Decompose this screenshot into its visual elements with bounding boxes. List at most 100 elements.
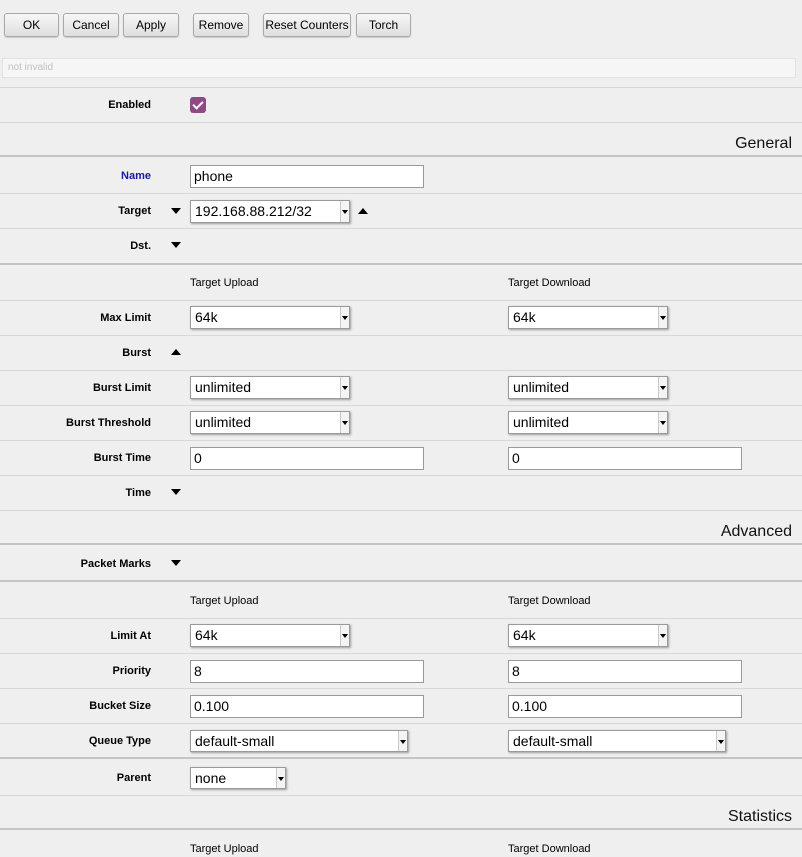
limit-at-upload-value: 64k	[195, 627, 218, 643]
name-input[interactable]: phone	[190, 165, 424, 188]
section-title-general: General	[735, 135, 792, 152]
dst-label: Dst.	[130, 240, 151, 252]
section-divider	[0, 155, 802, 157]
chevron-down-icon[interactable]	[658, 412, 667, 433]
max-limit-upload-select[interactable]: 64k	[190, 306, 350, 329]
section-title-advanced: Advanced	[720, 523, 792, 540]
column-header-upload: Target Upload	[190, 843, 259, 855]
burst-threshold-upload-value: unlimited	[195, 414, 252, 430]
section-divider	[0, 757, 802, 759]
chevron-down-icon[interactable]	[716, 731, 725, 751]
target-collapse-icon[interactable]	[171, 208, 181, 214]
enabled-label: Enabled	[108, 99, 151, 111]
remove-button[interactable]: Remove	[193, 13, 249, 37]
torch-button[interactable]: Torch	[356, 13, 411, 37]
dst-expand-icon[interactable]	[171, 242, 181, 248]
divider	[0, 653, 802, 654]
burst-time-upload-input[interactable]: 0	[190, 447, 424, 470]
burst-collapse-icon[interactable]	[171, 349, 181, 355]
burst-limit-upload-select[interactable]: unlimited	[190, 376, 350, 399]
chevron-down-icon[interactable]	[658, 307, 667, 328]
burst-limit-upload-value: unlimited	[195, 379, 252, 395]
column-header-download: Target Download	[508, 277, 591, 289]
parent-value: none	[195, 770, 227, 786]
divider	[0, 440, 802, 441]
queue-type-upload-value: default-small	[195, 733, 275, 749]
chevron-down-icon[interactable]	[340, 307, 349, 328]
divider	[0, 475, 802, 476]
divider	[0, 335, 802, 336]
bucket-size-upload-input[interactable]: 0.100	[190, 695, 424, 718]
chevron-down-icon[interactable]	[340, 201, 349, 222]
burst-threshold-upload-select[interactable]: unlimited	[190, 411, 350, 434]
parent-select[interactable]: none	[190, 767, 286, 789]
burst-threshold-download-value: unlimited	[513, 414, 570, 430]
burst-threshold-label: Burst Threshold	[66, 417, 151, 429]
divider	[0, 300, 802, 301]
burst-limit-label: Burst Limit	[92, 382, 151, 394]
chevron-down-icon[interactable]	[276, 768, 285, 788]
target-select[interactable]: 192.168.88.212/32	[190, 200, 350, 223]
chevron-down-icon[interactable]	[340, 412, 349, 433]
column-header-download: Target Download	[508, 843, 591, 855]
section-divider	[0, 580, 802, 582]
divider	[0, 370, 802, 371]
limit-at-label: Limit At	[110, 630, 151, 642]
time-label: Time	[125, 487, 151, 499]
ok-button[interactable]: OK	[4, 13, 59, 37]
divider	[0, 193, 802, 194]
divider	[0, 618, 802, 619]
parent-label: Parent	[116, 772, 151, 784]
burst-time-download-input[interactable]: 0	[508, 447, 742, 470]
bucket-size-label: Bucket Size	[89, 700, 151, 712]
limit-at-upload-select[interactable]: 64k	[190, 624, 350, 647]
divider	[0, 723, 802, 724]
burst-limit-download-value: unlimited	[513, 379, 570, 395]
bucket-size-download-input[interactable]: 0.100	[508, 695, 742, 718]
divider	[0, 87, 802, 88]
divider	[0, 122, 802, 123]
packet-marks-label: Packet Marks	[80, 558, 151, 570]
apply-button[interactable]: Apply	[123, 13, 179, 37]
section-title-statistics: Statistics	[727, 808, 792, 825]
limit-at-download-value: 64k	[513, 627, 536, 643]
burst-limit-download-select[interactable]: unlimited	[508, 376, 668, 399]
target-label: Target	[118, 205, 151, 217]
priority-download-input[interactable]: 8	[508, 660, 742, 683]
packet-marks-expand-icon[interactable]	[171, 560, 181, 566]
limit-at-download-select[interactable]: 64k	[508, 624, 668, 647]
column-header-download: Target Download	[508, 595, 591, 607]
chevron-down-icon[interactable]	[398, 731, 407, 751]
divider	[0, 795, 802, 796]
queue-type-label: Queue Type	[88, 735, 151, 747]
burst-label: Burst	[122, 347, 151, 359]
divider	[0, 405, 802, 406]
divider	[0, 510, 802, 511]
cancel-button[interactable]: Cancel	[63, 13, 119, 37]
name-label: Name	[121, 170, 151, 182]
queue-type-download-value: default-small	[513, 733, 593, 749]
burst-threshold-download-select[interactable]: unlimited	[508, 411, 668, 434]
reset-counters-button[interactable]: Reset Counters	[263, 13, 351, 37]
target-remove-icon[interactable]	[358, 208, 368, 214]
chevron-down-icon[interactable]	[340, 377, 349, 398]
section-divider	[0, 543, 802, 545]
divider	[0, 688, 802, 689]
priority-upload-input[interactable]: 8	[190, 660, 424, 683]
priority-label: Priority	[112, 665, 151, 677]
max-limit-download-value: 64k	[513, 309, 536, 325]
time-expand-icon[interactable]	[171, 489, 181, 495]
max-limit-download-select[interactable]: 64k	[508, 306, 668, 329]
chevron-down-icon[interactable]	[658, 377, 667, 398]
queue-type-upload-select[interactable]: default-small	[190, 730, 408, 752]
queue-type-download-select[interactable]: default-small	[508, 730, 726, 752]
max-limit-upload-value: 64k	[195, 309, 218, 325]
column-header-upload: Target Upload	[190, 595, 259, 607]
burst-time-label: Burst Time	[93, 452, 151, 464]
divider	[0, 228, 802, 229]
status-bar: not invalid	[2, 58, 796, 78]
enabled-checkbox[interactable]	[190, 97, 206, 113]
column-header-upload: Target Upload	[190, 277, 259, 289]
chevron-down-icon[interactable]	[340, 625, 349, 646]
chevron-down-icon[interactable]	[658, 625, 667, 646]
